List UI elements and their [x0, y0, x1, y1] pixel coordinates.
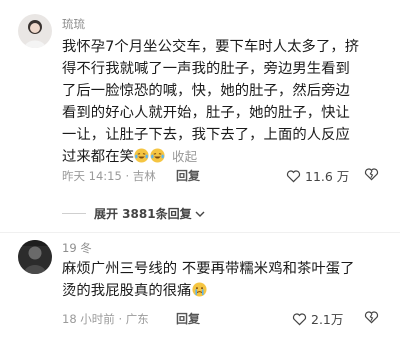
- comment-line: 了后一脸惊恐的喊，快，她的肚子，然后旁边: [62, 83, 350, 99]
- comment-text: 麻烦广州三号线的 不要再带糯米鸡和茶叶蛋了 烫的我屁股真的很痛: [62, 258, 396, 302]
- collapse-link[interactable]: 收起: [172, 149, 197, 164]
- comment-1: 琉琉 我怀孕7个月坐公交车，要下车时人太多了，挤 得不行我就喊了一声我的肚子，旁…: [0, 0, 400, 230]
- avatar[interactable]: [18, 14, 52, 48]
- comment-line: 我怀孕7个月坐公交车，要下车时人太多了，挤: [62, 39, 360, 55]
- comment-line: 过来都在笑: [62, 149, 134, 165]
- comment-2: 19 冬 麻烦广州三号线的 不要再带糯米鸡和茶叶蛋了 烫的我屁股真的很痛 18 …: [0, 232, 400, 352]
- heart-icon: [286, 169, 301, 182]
- like-count: 2.1万: [311, 312, 344, 327]
- comment-last-line: 烫的我屁股真的很痛: [62, 280, 396, 302]
- comment-line: 烫的我屁股真的很痛: [62, 283, 192, 299]
- comment-line: 看到的好心人就开始，肚子，她的肚子，快让: [62, 105, 350, 121]
- laugh-cry-emoji: [134, 148, 149, 163]
- username[interactable]: 琉琉: [62, 16, 85, 32]
- laugh-cry-emoji: [150, 148, 165, 163]
- comment-last-line: 过来都在笑 收起: [62, 146, 392, 168]
- reply-button[interactable]: 回复: [176, 167, 200, 184]
- like-button[interactable]: 2.1万: [292, 309, 343, 328]
- expand-replies-button[interactable]: 展开 3881条回复: [62, 205, 205, 222]
- avatar[interactable]: [18, 240, 52, 274]
- comment-text: 我怀孕7个月坐公交车，要下车时人太多了，挤 得不行我就喊了一声我的肚子，旁边男生…: [62, 36, 392, 168]
- like-count: 11.6 万: [305, 169, 350, 184]
- dislike-icon[interactable]: [364, 310, 379, 324]
- expand-replies-label: 展开 3881条回复: [94, 207, 192, 221]
- reply-button[interactable]: 回复: [176, 310, 200, 327]
- crying-emoji: [192, 282, 207, 297]
- comment-line: 一让，让肚子下去，我下去了，上面的人反应: [62, 127, 350, 143]
- comment-line: 得不行我就喊了一声我的肚子，旁边男生看到: [62, 61, 350, 77]
- username[interactable]: 19 冬: [62, 240, 92, 256]
- like-button[interactable]: 11.6 万: [286, 166, 349, 185]
- chevron-down-icon: [195, 211, 205, 217]
- heart-icon: [292, 312, 307, 325]
- comment-meta: 昨天 14:15 · 吉林: [62, 169, 156, 183]
- divider-line: [62, 213, 86, 214]
- comment-line: 麻烦广州三号线的 不要再带糯米鸡和茶叶蛋了: [62, 261, 355, 277]
- comment-meta: 18 小时前 · 广东: [62, 312, 149, 326]
- dislike-icon[interactable]: [364, 167, 379, 181]
